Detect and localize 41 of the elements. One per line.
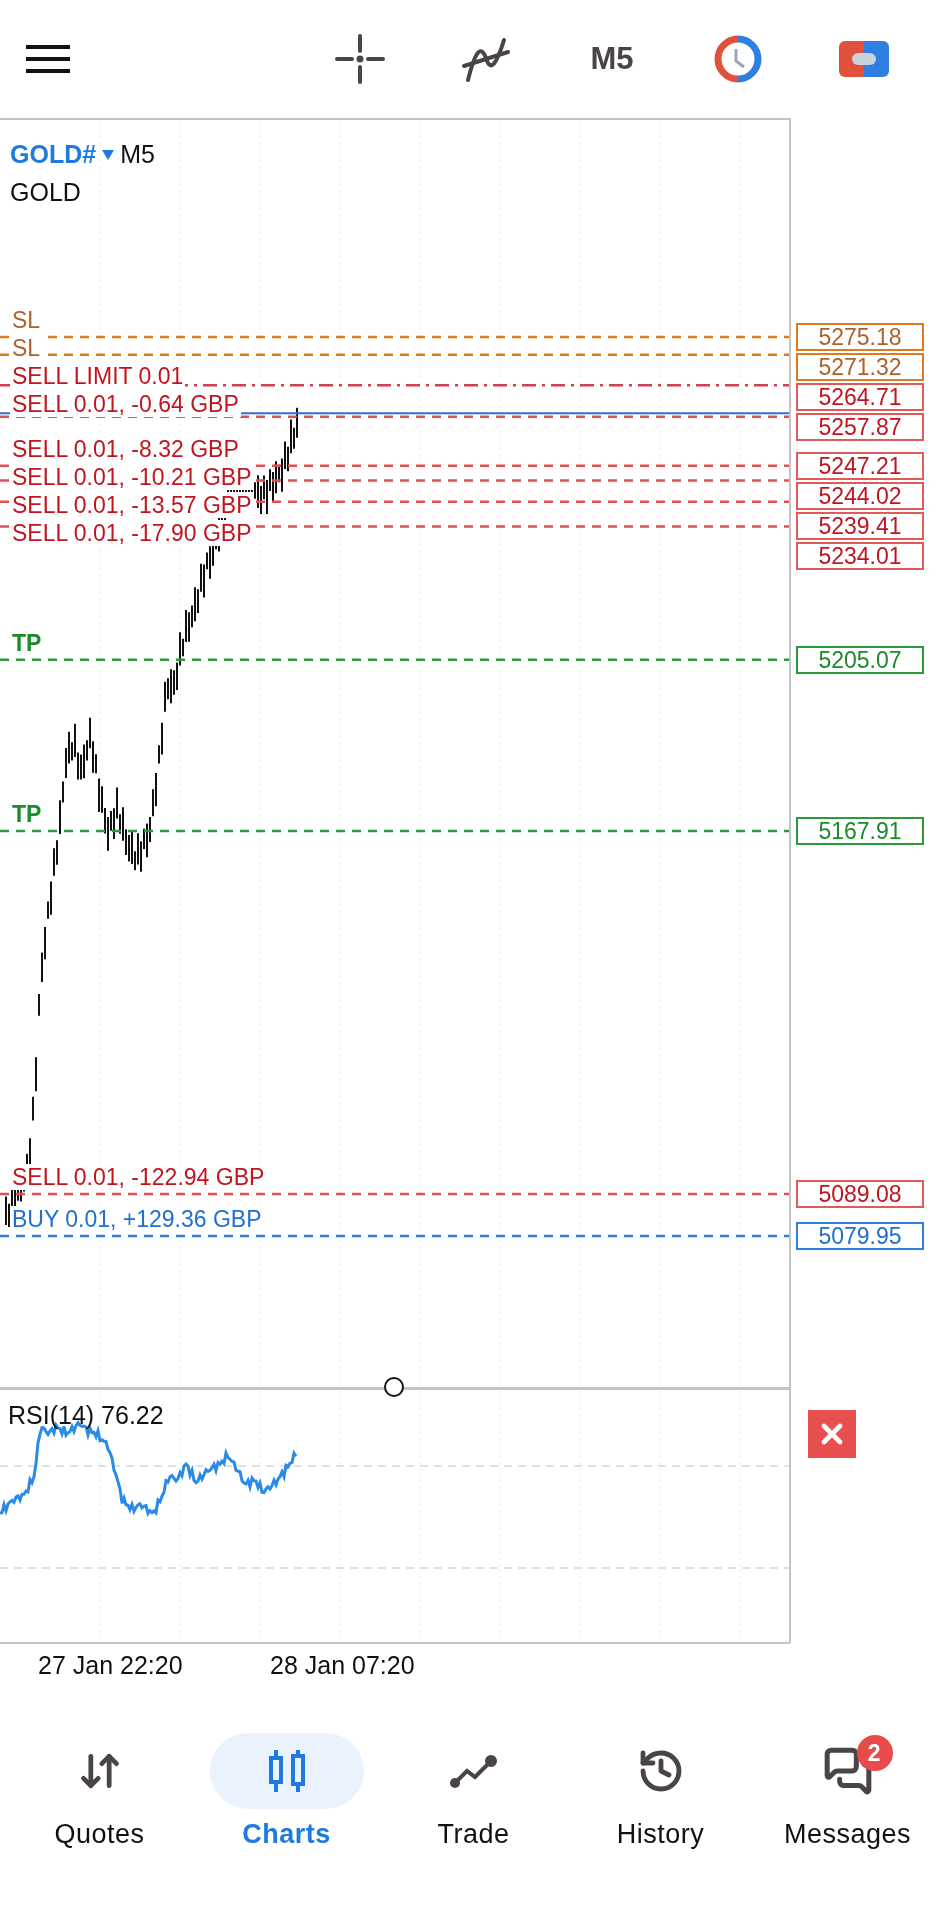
order-label: SELL 0.01, -10.21 GBP xyxy=(10,463,254,490)
price-tag: 5244.02 xyxy=(796,481,924,510)
price-tag: 5079.95 xyxy=(796,1222,924,1251)
order-label: SELL 0.01, -13.57 GBP xyxy=(10,491,254,518)
pane-resize-handle[interactable] xyxy=(384,1377,404,1397)
order-label: SELL LIMIT 0.01 xyxy=(10,363,186,389)
crosshair-icon xyxy=(335,34,385,84)
symbol-description: GOLD xyxy=(10,178,81,207)
price-tag: 5089.08 xyxy=(796,1180,924,1208)
indicator-label: RSI(14) 76.22 xyxy=(8,1401,164,1430)
price-tag: 5271.32 xyxy=(796,353,924,381)
nav-tab[interactable]: Quotes xyxy=(6,1733,193,1850)
price-tag: 5167.91 xyxy=(796,816,924,845)
time-label: 28 Jan 07:20 xyxy=(270,1651,415,1680)
wave-icon xyxy=(460,36,512,82)
order-label: SELL 0.01, -0.64 GBP xyxy=(10,391,241,417)
price-tag: 5205.07 xyxy=(796,645,924,674)
price-tag: 5275.18 xyxy=(796,323,924,351)
time-label: 27 Jan 22:20 xyxy=(38,1651,183,1680)
nav-tab[interactable]: History xyxy=(567,1733,754,1850)
order-label: BUY 0.01, +129.36 GBP xyxy=(10,1206,264,1233)
timeframe-button[interactable]: M5 xyxy=(549,27,675,91)
chart-timeframe: M5 xyxy=(120,140,155,169)
price-tag: 5257.87 xyxy=(796,413,924,441)
order-label: SELL 0.01, -8.32 GBP xyxy=(10,435,241,462)
order-label: SELL 0.01, -122.94 GBP xyxy=(10,1164,267,1190)
price-tag: 5239.41 xyxy=(796,511,924,540)
switch-icon xyxy=(839,41,889,77)
unread-badge: 2 xyxy=(856,1735,893,1771)
nav-tab[interactable]: Trade xyxy=(380,1733,567,1850)
dropdown-caret-icon[interactable] xyxy=(102,149,115,160)
line-chart-icon xyxy=(448,1753,499,1789)
order-label: SELL 0.01, -17.90 GBP xyxy=(10,519,254,546)
nav-tab[interactable]: 2 Messages xyxy=(754,1733,941,1850)
price-tag: 5247.21 xyxy=(796,451,924,480)
price-tag: 5264.71 xyxy=(796,383,924,411)
symbol-name[interactable]: GOLD# xyxy=(10,140,97,169)
clock-icon xyxy=(714,35,762,83)
menu-icon xyxy=(26,44,70,74)
close-indicator-button[interactable] xyxy=(808,1410,856,1458)
price-tag: 5234.01 xyxy=(796,541,924,570)
